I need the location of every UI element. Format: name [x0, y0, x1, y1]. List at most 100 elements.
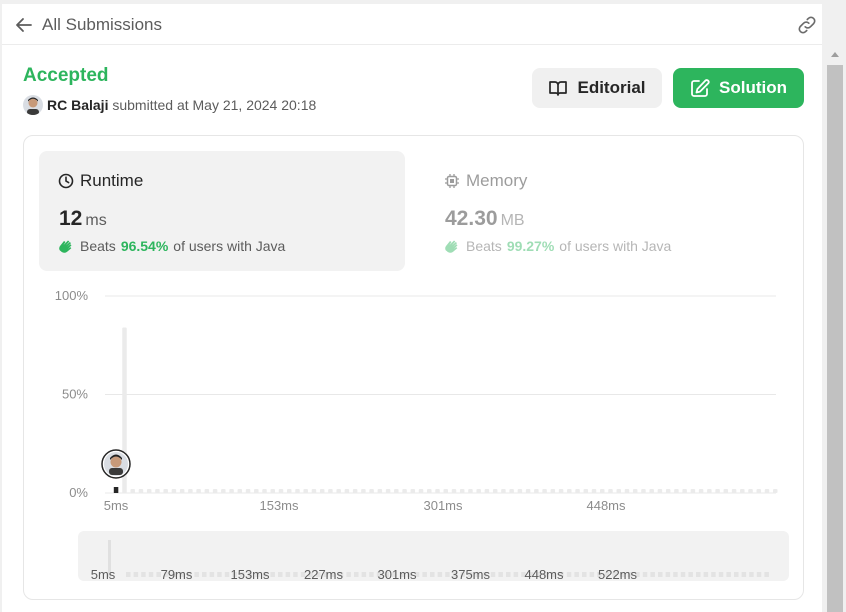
chart-bar — [575, 489, 580, 493]
memory-unit: MB — [500, 212, 525, 229]
range-brush[interactable]: 5ms 79ms 153ms 227ms 301ms 375ms 448ms 522ms — [78, 531, 789, 582]
chart-bar — [509, 489, 514, 493]
scroll-up-arrow[interactable] — [831, 52, 839, 57]
link-icon[interactable] — [796, 14, 818, 36]
memory-tile[interactable]: Memory 42.30 MB Beats 99.27% of users wit… — [425, 151, 791, 271]
chart-bar — [377, 489, 383, 493]
chart-bar — [459, 489, 465, 493]
clap-icon — [445, 240, 458, 253]
clap-icon — [59, 240, 72, 253]
brush-bar — [749, 572, 754, 577]
chart-bar — [567, 489, 572, 493]
chart-bar — [608, 489, 613, 493]
brush-bar — [650, 572, 655, 577]
brush-bar — [209, 572, 215, 577]
chart-bar — [657, 489, 663, 493]
scrollbar[interactable] — [824, 44, 846, 612]
brush-tick-label: 5ms — [91, 567, 116, 581]
chart-bar — [517, 489, 523, 493]
chart-bar — [756, 489, 762, 493]
chart-bar — [723, 489, 729, 493]
brush-tick-label: 522ms — [598, 567, 638, 581]
runtime-title: Runtime — [80, 171, 144, 190]
brush-bar — [680, 572, 686, 577]
brush-bar — [726, 572, 731, 577]
chart-bar — [740, 489, 745, 493]
chart-bar — [361, 489, 366, 493]
brush-bar — [437, 572, 443, 577]
y-tick-label: 0% — [69, 485, 88, 500]
chart-bar — [632, 489, 638, 493]
chart-bar — [155, 489, 160, 493]
scroll-thumb[interactable] — [827, 65, 843, 612]
brush-bar — [217, 572, 222, 577]
brush-bar — [194, 572, 199, 577]
memory-beats: Beats 99.27% of users with Java — [443, 237, 671, 255]
chart-bar — [427, 489, 432, 493]
chart-bar — [600, 489, 605, 493]
brush-bar — [696, 572, 701, 577]
brush-bar — [445, 572, 450, 577]
chart-bar — [328, 489, 333, 493]
highlight-bar — [113, 487, 119, 493]
user-marker-face — [110, 456, 122, 468]
arrow-left-icon[interactable] — [14, 15, 34, 35]
chart-bar — [682, 489, 687, 493]
chart-bar — [665, 489, 671, 493]
chart-bar — [130, 489, 135, 493]
chart-bar — [385, 489, 391, 493]
chart-bar — [698, 489, 704, 493]
brush-bar — [756, 572, 762, 577]
chart-bar — [534, 489, 539, 493]
solution-button[interactable]: Solution — [673, 68, 804, 108]
chart-bar — [179, 489, 185, 493]
brush-bar — [361, 572, 367, 577]
submission-meta: RC Balaji submitted at May 21, 2024 20:1… — [47, 97, 316, 113]
brush-tick-label: 375ms — [451, 567, 491, 581]
chart-bar — [468, 489, 473, 493]
brush-bar — [665, 572, 671, 577]
book-icon — [549, 81, 568, 96]
brush-bar — [354, 572, 359, 577]
chip-icon — [445, 174, 459, 188]
chart-bar — [542, 489, 547, 493]
brush-bar — [673, 572, 678, 577]
chart-bar — [624, 489, 630, 493]
chart-bar — [188, 489, 193, 493]
all-submissions-link[interactable]: All Submissions — [42, 15, 162, 35]
chart-bar — [715, 489, 720, 493]
chart-bar — [163, 489, 168, 493]
brush-bar — [369, 572, 374, 577]
brush-bar — [293, 572, 298, 577]
brush-bar — [346, 572, 351, 577]
chart-bar — [731, 489, 737, 493]
brush-bar — [224, 572, 230, 577]
brush-bar — [688, 572, 693, 577]
brush-bar — [270, 572, 275, 577]
chart-bar — [583, 489, 589, 493]
x-tick-label: 5ms — [104, 498, 129, 513]
chart-bar — [484, 489, 490, 493]
brush-bar — [422, 572, 427, 577]
brush-bar — [741, 572, 747, 577]
brush-bar — [490, 572, 496, 577]
brush-bar — [278, 572, 283, 577]
chart-bar — [443, 489, 448, 493]
avatar[interactable] — [23, 95, 43, 115]
runtime-tile[interactable]: Runtime 12 ms Beats 96.54% of users with … — [39, 151, 405, 271]
brush-bar — [126, 572, 131, 577]
chart-bar — [212, 489, 218, 493]
chart-bar — [525, 489, 531, 493]
chart-bar — [410, 489, 416, 493]
chart-bar — [773, 489, 778, 493]
range-brush-chart[interactable]: 5ms 79ms 153ms 227ms 301ms 375ms 448ms 522ms — [78, 531, 789, 582]
x-tick-label: 153ms — [259, 498, 299, 513]
memory-value: 42.30 MB — [445, 207, 525, 230]
author-name[interactable]: RC Balaji — [47, 97, 108, 113]
chart-bar — [319, 489, 325, 493]
chart-bar — [369, 489, 374, 493]
brush-tick-label: 227ms — [304, 567, 344, 581]
runtime-distribution-chart[interactable]: 100% 50% 0% 5ms 153ms 301ms 448ms — [24, 286, 804, 526]
editorial-button[interactable]: Editorial — [532, 68, 662, 108]
performance-card: Runtime 12 ms Beats 96.54% of users with … — [23, 135, 804, 600]
